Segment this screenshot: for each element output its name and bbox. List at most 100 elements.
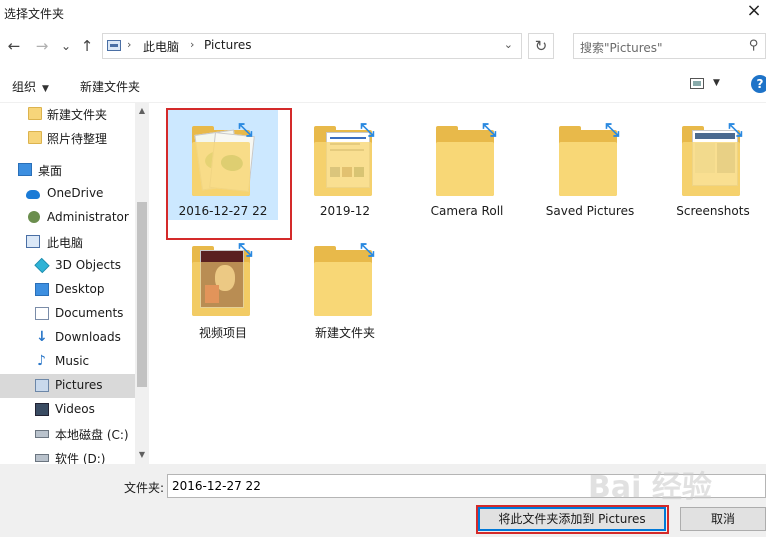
folder-tile-2016-12-27-22[interactable]: ⤡ 2016-12-27 22 [168, 110, 278, 220]
breadcrumb-this-pc[interactable]: 此电脑 [143, 38, 179, 55]
new-folder-button[interactable]: 新建文件夹 [80, 78, 140, 95]
close-button[interactable]: × [742, 0, 766, 24]
downloads-icon: ↓ [36, 329, 48, 345]
folder-view: ⤡ 2016-12-27 22 ⤡ 2019-12 ⤡ Camera Roll … [150, 102, 766, 464]
folder-label: 视频项目 [198, 326, 247, 340]
this-pc-icon [107, 40, 121, 51]
sidebar-item-label: Documents [55, 306, 124, 320]
breadcrumb-separator[interactable]: › [190, 38, 194, 51]
folder-tile-camera-roll[interactable]: ⤡ Camera Roll [412, 110, 522, 220]
sidebar-item-photos-to-sort[interactable]: 照片待整理 [0, 126, 135, 150]
chevron-down-icon[interactable]: ⌄ [504, 38, 513, 51]
folder-label: 新建文件夹 [314, 326, 375, 340]
navigation-pane: 新建文件夹 照片待整理 桌面 OneDrive Administrator 此电… [0, 102, 135, 464]
sidebar-item-onedrive[interactable]: OneDrive [0, 182, 135, 206]
shortcut-arrow-icon: ⤡ [605, 120, 620, 141]
address-box[interactable]: › 此电脑 › Pictures ⌄ [102, 33, 522, 59]
shortcut-arrow-icon: ⤡ [728, 120, 743, 141]
title-bar: 选择文件夹 × [0, 0, 766, 26]
sidebar-item-label: 照片待整理 [47, 132, 108, 146]
shortcut-arrow-icon: ⤡ [238, 120, 253, 141]
user-icon [28, 211, 40, 223]
scroll-down-arrow-icon[interactable]: ▼ [135, 448, 149, 462]
scroll-up-arrow-icon[interactable]: ▲ [135, 104, 149, 118]
sidebar-item-label: Administrator [47, 210, 129, 224]
organize-menu[interactable]: 组织 ▼ [12, 78, 49, 95]
drive-icon [35, 430, 49, 438]
search-icon: ⚲ [749, 38, 759, 53]
folder-thumbnail: ⤡ [308, 122, 378, 200]
drive-icon [35, 454, 49, 462]
search-input[interactable]: 搜索"Pictures" [580, 39, 663, 56]
forward-button[interactable]: → [32, 36, 52, 56]
sidebar-scrollbar[interactable]: ▲ ▼ [135, 102, 149, 464]
pictures-icon [35, 379, 49, 392]
sidebar-item-drive-d[interactable]: 软件 (D:) [0, 446, 135, 464]
shortcut-arrow-icon: ⤡ [238, 240, 253, 261]
sidebar-item-music[interactable]: ♪ Music [0, 350, 135, 374]
breadcrumb-pictures[interactable]: Pictures [204, 38, 252, 52]
folder-tile-new-folder[interactable]: ⤡ 新建文件夹 [290, 230, 400, 340]
breadcrumb-separator[interactable]: › [127, 38, 131, 51]
onedrive-icon [26, 190, 40, 199]
sidebar-item-label: 3D Objects [55, 258, 122, 272]
this-pc-icon [26, 235, 40, 248]
folder-label: Camera Roll [430, 204, 504, 218]
help-icon[interactable]: ? [751, 75, 766, 93]
scrollbar-thumb[interactable] [137, 202, 147, 387]
music-icon: ♪ [37, 353, 46, 369]
sidebar-item-downloads[interactable]: ↓ Downloads [0, 326, 135, 350]
folder-tile-video-projects[interactable]: ⤡ 视频项目 [168, 230, 278, 340]
address-bar-row: ← → ⌄ ↑ › 此电脑 › Pictures ⌄ ↻ 搜索"Pictures… [0, 28, 766, 66]
caret-down-icon[interactable]: ▼ [713, 78, 720, 88]
folder-icon [28, 107, 42, 120]
videos-icon [35, 403, 49, 416]
3d-objects-icon [34, 257, 50, 274]
sidebar-item-desktop[interactable]: Desktop [0, 278, 135, 302]
refresh-button[interactable]: ↻ [528, 33, 554, 59]
folder-label: Screenshots [676, 204, 750, 218]
window-title: 选择文件夹 [4, 7, 65, 21]
sidebar-item-label: Downloads [55, 330, 121, 344]
folder-tile-saved-pictures[interactable]: ⤡ Saved Pictures [535, 110, 645, 220]
folder-tile-2019-12[interactable]: ⤡ 2019-12 [290, 110, 400, 220]
sidebar-item-documents[interactable]: Documents [0, 302, 135, 326]
view-options-icon[interactable] [690, 78, 704, 89]
folder-thumbnail: ⤡ [186, 242, 256, 320]
documents-icon [35, 307, 49, 320]
recent-locations-button[interactable]: ⌄ [56, 36, 76, 56]
sidebar-item-pictures[interactable]: Pictures [0, 374, 135, 398]
sidebar-item-label: 软件 (D:) [55, 452, 106, 464]
organize-label: 组织 [12, 80, 37, 94]
sidebar-item-label: 本地磁盘 (C:) [55, 428, 129, 442]
sidebar-item-label: Music [55, 354, 90, 368]
sidebar-item-administrator[interactable]: Administrator [0, 206, 135, 230]
shortcut-arrow-icon: ⤡ [360, 120, 375, 141]
folder-label: Saved Pictures [545, 204, 635, 218]
sidebar-item-3d-objects[interactable]: 3D Objects [0, 254, 135, 278]
back-button[interactable]: ← [4, 36, 24, 56]
folder-icon [28, 131, 42, 144]
shortcut-arrow-icon: ⤡ [360, 240, 375, 261]
cancel-button[interactable]: 取消 [680, 507, 766, 531]
folder-tile-screenshots[interactable]: ⤡ Screenshots [658, 110, 766, 220]
desktop-icon [18, 163, 32, 176]
sidebar-item-label: 新建文件夹 [47, 108, 108, 122]
sidebar-item-label: Desktop [55, 282, 105, 296]
sidebar-item-desktop-cn[interactable]: 桌面 [0, 158, 135, 182]
folder-thumbnail: ⤡ [308, 242, 378, 320]
search-box[interactable]: 搜索"Pictures" ⚲ [573, 33, 766, 59]
folder-field-label: 文件夹: [124, 481, 165, 495]
folder-label: 2016-12-27 22 [178, 204, 268, 218]
command-toolbar: 组织 ▼ 新建文件夹 ▼ ? [0, 68, 766, 103]
sidebar-item-label: 桌面 [38, 164, 63, 178]
sidebar-item-videos[interactable]: Videos [0, 398, 135, 422]
add-folder-to-pictures-button[interactable]: 将此文件夹添加到 Pictures [478, 507, 666, 531]
sidebar-item-new-folder[interactable]: 新建文件夹 [0, 102, 135, 126]
up-button[interactable]: ↑ [77, 36, 97, 56]
sidebar-item-label: Videos [55, 402, 95, 416]
sidebar-item-label: 此电脑 [47, 236, 84, 250]
desktop-icon [35, 283, 49, 296]
sidebar-item-drive-c[interactable]: 本地磁盘 (C:) [0, 422, 135, 446]
sidebar-item-this-pc[interactable]: 此电脑 [0, 230, 135, 254]
